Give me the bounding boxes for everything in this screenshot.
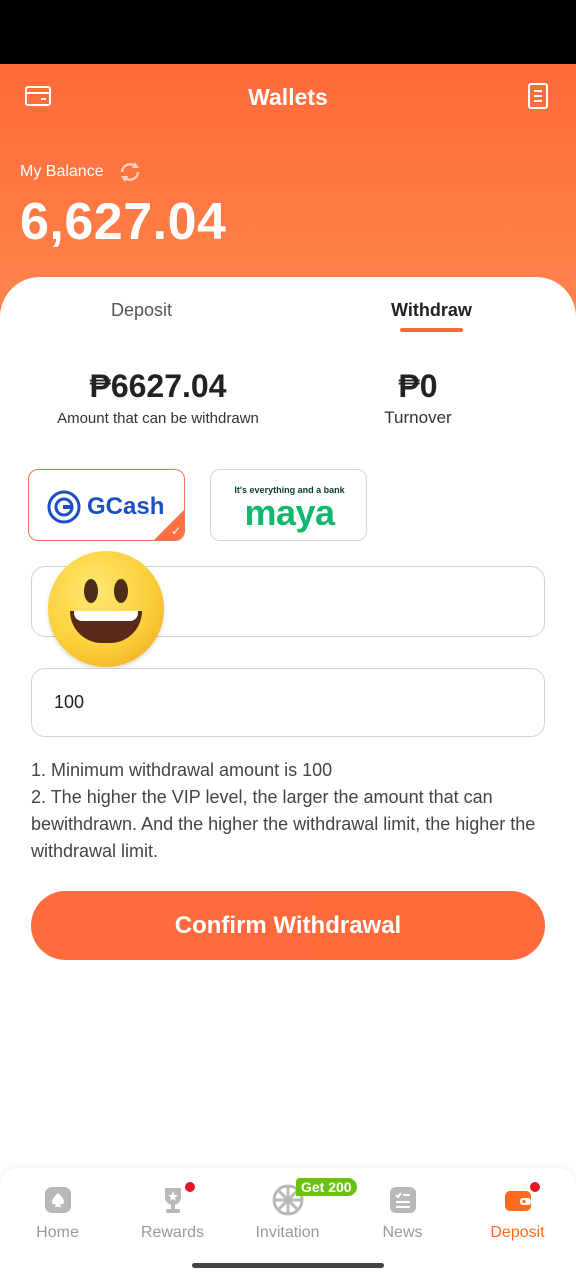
balance-value: 6,627.04 (20, 193, 227, 251)
balance-label-text: My Balance (20, 163, 104, 180)
check-icon: ✓ (170, 524, 181, 538)
turnover-label: Turnover (384, 408, 452, 427)
records-icon[interactable] (518, 76, 558, 116)
gcash-icon (47, 490, 81, 524)
turnover-amount: ₱0 (398, 368, 438, 404)
home-icon (41, 1183, 75, 1217)
note-line-2: 2. The higher the VIP level, the larger … (31, 787, 536, 861)
withdrawable-amount: ₱6627.04 (89, 368, 227, 404)
confirm-withdrawal-button[interactable]: Confirm Withdrawal (31, 891, 545, 960)
maya-label: maya (244, 492, 335, 533)
nav-news[interactable]: News (345, 1183, 460, 1242)
note-line-1: 1. Minimum withdrawal amount is 100 (31, 760, 333, 780)
withdrawable-label: Amount that can be withdrawn (57, 410, 259, 427)
gcash-label: GCash (87, 493, 165, 520)
deposit-wallet-icon (501, 1181, 541, 1217)
rewards-notification-dot (183, 1181, 196, 1193)
status-bar (0, 0, 576, 64)
smiley-emoji-icon (48, 551, 164, 667)
withdrawal-notes: 1. Minimum withdrawal amount is 100 2. T… (31, 757, 551, 865)
balance-label: My Balance (20, 158, 144, 186)
amount-input[interactable] (32, 669, 544, 736)
deposit-notification-dot (528, 1181, 541, 1193)
nav-deposit-label: Deposit (490, 1224, 545, 1241)
tab-withdraw[interactable]: Withdraw (391, 300, 472, 321)
trophy-icon (156, 1181, 196, 1217)
nav-deposit[interactable]: Deposit (460, 1181, 575, 1242)
maya-option[interactable]: It's everything and a bank maya (210, 469, 367, 541)
home-indicator (192, 1263, 384, 1268)
gcash-option[interactable]: GCash ✓ (28, 469, 185, 541)
nav-home[interactable]: Home (0, 1183, 115, 1242)
tab-deposit[interactable]: Deposit (111, 300, 172, 321)
nav-news-label: News (382, 1224, 423, 1241)
gcash-logo: GCash (47, 490, 164, 524)
refresh-icon[interactable] (116, 158, 144, 186)
tab-active-indicator (400, 328, 463, 332)
page-title: Wallets (248, 84, 328, 110)
amount-field[interactable] (31, 668, 545, 737)
nav-home-label: Home (36, 1224, 79, 1241)
nav-invitation-label: Invitation (255, 1224, 320, 1241)
nav-rewards[interactable]: Rewards (115, 1181, 230, 1242)
news-icon (386, 1183, 420, 1217)
nav-rewards-label: Rewards (140, 1224, 205, 1241)
